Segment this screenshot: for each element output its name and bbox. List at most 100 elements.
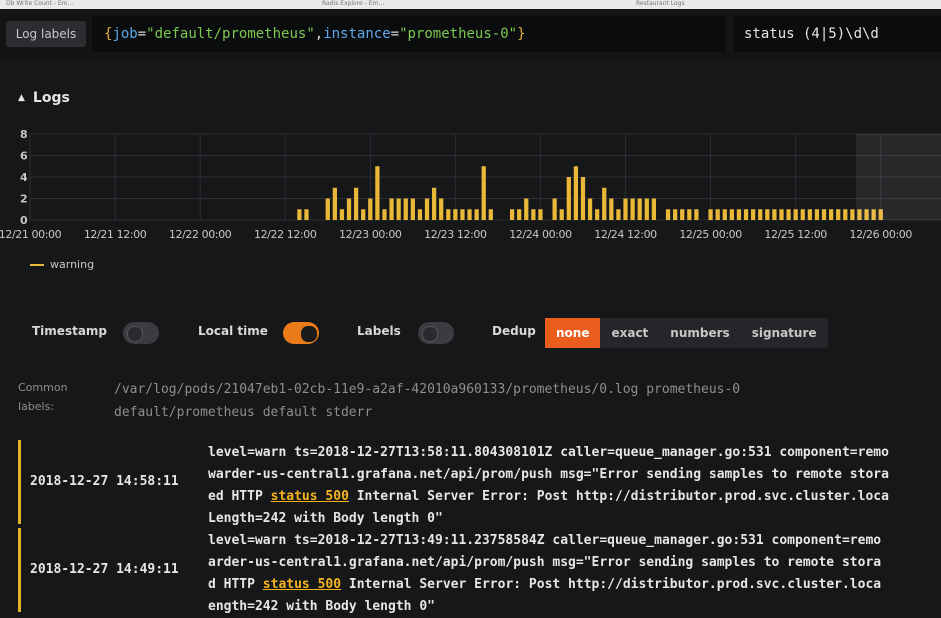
bar xyxy=(680,209,685,220)
query-operator: = xyxy=(137,26,147,42)
browser-tab[interactable]: Restaurant Logs xyxy=(636,0,685,8)
chart-legend[interactable]: warning xyxy=(30,258,94,271)
logs-panel-header[interactable]: ▲ Logs xyxy=(18,90,70,106)
local-time-toggle[interactable] xyxy=(283,322,319,344)
collapse-triangle-icon[interactable]: ▲ xyxy=(18,93,25,103)
query-label-job: job xyxy=(112,26,138,42)
dedup-numbers-button[interactable]: numbers xyxy=(659,318,740,348)
log-message-line: warder-us-central1.grafana.net/api/prom/… xyxy=(208,467,889,482)
bar xyxy=(595,209,600,220)
log-message: level=warn ts=2018-12-27T13:58:11.804308… xyxy=(208,442,941,530)
search-highlight: status 500 xyxy=(270,489,349,504)
log-level-indicator xyxy=(18,528,21,612)
x-tick-label: 12/26 00:00 xyxy=(849,228,912,241)
bar xyxy=(651,198,657,220)
bar xyxy=(304,209,309,220)
log-message-line: arder-us-central1.grafana.net/api/prom/p… xyxy=(208,555,882,570)
toggle-knob xyxy=(301,326,317,342)
bar xyxy=(729,209,734,220)
bar xyxy=(722,209,727,220)
y-tick-label: 8 xyxy=(20,128,28,141)
x-tick-label: 12/23 00:00 xyxy=(339,228,402,241)
bar xyxy=(382,209,387,220)
y-tick-label: 2 xyxy=(20,193,28,206)
dedup-label: Dedup xyxy=(492,324,536,338)
query-value-instance: "prometheus-0" xyxy=(399,26,518,42)
bar xyxy=(821,209,827,220)
bar xyxy=(609,198,614,220)
query-operator: = xyxy=(390,26,400,42)
bar xyxy=(687,209,692,220)
bar xyxy=(467,209,472,220)
bar xyxy=(779,209,784,220)
log-message-line: level=warn ts=2018-12-27T13:58:11.804308… xyxy=(208,445,889,460)
x-tick-label: 12/21 12:00 xyxy=(84,228,147,241)
bar xyxy=(786,209,791,220)
dedup-signature-button[interactable]: signature xyxy=(741,318,828,348)
y-tick-label: 0 xyxy=(20,214,28,227)
bar xyxy=(814,209,820,220)
legend-label: warning xyxy=(50,258,95,271)
bar xyxy=(346,198,352,220)
common-labels-line: default/prometheus default stderr xyxy=(114,405,373,420)
log-timestamp: 2018-12-27 14:49:11 xyxy=(30,562,179,577)
common-labels-line: /var/log/pods/21047eb1-02cb-11e9-a2af-42… xyxy=(114,382,741,397)
bar xyxy=(828,209,834,220)
log-text: d HTTP xyxy=(208,577,263,592)
bar xyxy=(736,209,742,220)
bar xyxy=(807,209,812,220)
bar xyxy=(488,209,493,220)
bar xyxy=(559,209,564,220)
x-tick-label: 12/22 00:00 xyxy=(169,228,232,241)
log-row[interactable]: 2018-12-27 14:58:11 level=warn ts=2018-1… xyxy=(0,438,941,526)
browser-tab-strip: Db Write Count - Em… Radis Explore - Em…… xyxy=(0,0,941,9)
toggle-knob xyxy=(422,326,438,342)
y-tick-label: 6 xyxy=(20,150,28,163)
log-timestamp: 2018-12-27 14:58:11 xyxy=(30,474,179,489)
browser-tab[interactable]: Radis Explore - Em… xyxy=(322,0,384,8)
chart-x-axis: 12/21 00:00 12/21 12:00 12/22 00:00 12/22 1… xyxy=(0,228,913,241)
filter-input[interactable]: status (4|5)\d\d xyxy=(734,16,941,52)
bar xyxy=(765,209,770,220)
bar xyxy=(587,198,593,220)
query-row: Log labels {job="default/prometheus",ins… xyxy=(0,10,941,60)
dedup-none-button[interactable]: none xyxy=(545,318,601,348)
log-text: ed HTTP xyxy=(208,489,271,504)
log-text: Internal Server Error: Post http://distr… xyxy=(341,577,882,592)
x-tick-label: 12/25 12:00 xyxy=(764,228,827,241)
bar xyxy=(673,209,678,220)
bar xyxy=(439,198,444,220)
bar xyxy=(793,209,798,220)
toggle-knob xyxy=(127,326,143,342)
bar xyxy=(325,198,330,220)
labels-toggle[interactable] xyxy=(418,322,454,344)
log-row[interactable]: 2018-12-27 14:49:11 level=warn ts=2018-1… xyxy=(0,526,941,614)
legend-swatch xyxy=(30,264,44,266)
search-highlight: status 500 xyxy=(262,577,342,592)
bar xyxy=(509,209,515,220)
bar xyxy=(332,187,337,220)
bar xyxy=(715,209,720,220)
log-labels-button[interactable]: Log labels xyxy=(6,21,86,47)
dedup-exact-button[interactable]: exact xyxy=(600,318,659,348)
x-tick-label: 12/24 00:00 xyxy=(509,228,572,241)
bar xyxy=(743,209,749,220)
timestamp-toggle[interactable] xyxy=(123,322,159,344)
bar xyxy=(630,198,635,220)
browser-tab[interactable]: Db Write Count - Em… xyxy=(6,0,74,8)
bar xyxy=(552,198,557,220)
bar xyxy=(616,209,621,220)
log-level-indicator xyxy=(18,440,21,524)
common-labels-title: Common labels: xyxy=(18,381,68,413)
bar xyxy=(396,198,401,220)
bar xyxy=(339,209,345,220)
bar xyxy=(843,209,848,220)
bar xyxy=(623,198,628,220)
bar xyxy=(538,209,543,220)
bar xyxy=(389,198,394,220)
query-input[interactable]: {job="default/prometheus",instance="prom… xyxy=(92,16,726,52)
logs-title: Logs xyxy=(32,90,70,106)
logs-volume-chart: 02468 12/21 00:00 12/21 12:00 12/22 00:00 1… xyxy=(0,128,941,241)
log-message-line: d HTTP status 500 Internal Server Error:… xyxy=(208,574,941,596)
log-message: level=warn ts=2018-12-27T13:49:11.237585… xyxy=(208,530,941,618)
